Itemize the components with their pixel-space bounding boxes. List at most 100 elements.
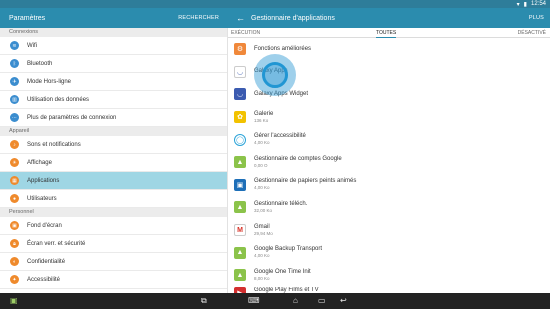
status-icons: ▾ ▮ 12:54 (517, 0, 546, 8)
status-bar: ▾ ▮ 12:54 (0, 0, 550, 8)
users-icon: ● (10, 194, 19, 203)
sidebar-item-accessibility[interactable]: ✦ Accessibilité (0, 271, 227, 289)
app-manager-title: Gestionnaire d'applications (251, 14, 335, 22)
section-header: Connexions (0, 28, 227, 37)
sound-icon: ♪ (10, 140, 19, 149)
screenshot-icon[interactable]: ▣ (10, 296, 18, 306)
galaxy-apps-icon: ◡ (234, 65, 246, 78)
list-item[interactable]: ▲ Google One Time Init 8,00 Ko (228, 264, 550, 287)
sidebar-item-label: Confidentialité (27, 258, 66, 265)
app-name: Fonctions améliorées (254, 45, 312, 52)
sidebar-item-label: Affichage (27, 159, 52, 166)
accessibility-icon: ✦ (10, 275, 19, 284)
touch-ripple (254, 54, 296, 96)
app-name: Gestionnaire téléch. (254, 200, 308, 207)
live-wallpaper-icon: ▣ (234, 178, 246, 191)
galaxy-apps-widget-icon: ◡ (234, 88, 246, 101)
airplane-icon: ✈ (10, 77, 19, 86)
sidebar-item-wallpaper[interactable]: ▣ Fond d'écran (0, 217, 227, 235)
wifi-icon: ▾ (516, 1, 520, 8)
touch-point (262, 62, 288, 88)
back-icon[interactable]: ↩ (340, 296, 347, 306)
app-name: Gestionnaire de comptes Google (254, 155, 342, 162)
sidebar-item-privacy[interactable]: ◐ Confidentialité (0, 253, 227, 271)
sidebar-item-data-usage[interactable]: ▥ Utilisation des données (0, 91, 227, 109)
recent-apps-icon[interactable]: ▭ (318, 296, 326, 306)
tab-disabled[interactable]: DÉSACTIVÉ (518, 28, 546, 38)
sidebar-item-more-connections[interactable]: ⋯ Plus de paramètres de connexion (0, 109, 227, 127)
recents-icon[interactable]: ⧉ (201, 296, 207, 306)
wifi-icon: ≋ (10, 41, 19, 50)
sidebar-item-lock-screen[interactable]: 🔒︎ Écran verr. et sécurité (0, 235, 227, 253)
applications-icon: ▦ (10, 176, 19, 185)
keyboard-icon[interactable]: ⌨ (248, 296, 260, 306)
back-arrow-icon[interactable]: ← (236, 13, 245, 23)
sidebar-item-airplane-mode[interactable]: ✈ Mode Hors-ligne (0, 73, 227, 91)
app-name: Gestionnaire de papiers peints animés (254, 178, 357, 185)
accessibility-manager-icon: ◯ (234, 133, 246, 146)
battery-icon: ▮ (523, 1, 527, 8)
filter-tabs: EXÉCUTION TOUTES DÉSACTIVÉ (228, 28, 550, 38)
app-size: 32,00 Ko (254, 207, 273, 213)
sidebar-item-wifi[interactable]: ≋ Wifi (0, 37, 227, 55)
sidebar-item-label: Bluetooth (27, 60, 53, 67)
section-header: Appareil (0, 127, 227, 136)
app-name: Gmail (254, 223, 270, 230)
sidebar-item-users[interactable]: ● Utilisateurs (0, 190, 227, 208)
tab-all[interactable]: TOUTES (376, 28, 397, 38)
sidebar-item-label: Sons et notifications (27, 141, 81, 148)
sidebar-item-label: Utilisation des données (27, 96, 90, 103)
app-size: 4,00 Ko (254, 185, 270, 191)
app-name: Galerie (254, 110, 274, 117)
clock: 12:54 (530, 1, 546, 7)
search-button[interactable]: RECHERCHER (178, 15, 219, 21)
android-icon: ▲ (234, 269, 246, 282)
sidebar-item-label: Plus de paramètres de connexion (27, 114, 117, 121)
sidebar-item-label: Fond d'écran (27, 222, 62, 229)
gallery-icon: ✿ (234, 111, 246, 124)
data-usage-icon: ▥ (10, 95, 19, 104)
android-icon: ▲ (234, 201, 246, 214)
sidebar-item-label: Accessibilité (27, 276, 61, 283)
app-size: 136 Ko (254, 117, 269, 123)
list-item[interactable]: ▲ Gestionnaire téléch. 32,00 Ko (228, 196, 550, 219)
android-icon: ▲ (234, 156, 246, 169)
section-header: Personnel (0, 208, 227, 217)
sidebar-item-label: Écran verr. et sécurité (27, 240, 86, 247)
lock-icon: 🔒︎ (10, 239, 19, 248)
sidebar-item-applications[interactable]: ▦ Applications (0, 172, 227, 190)
app-name: Gérer l'accessibilité (254, 133, 306, 140)
sidebar-item-label: Wifi (27, 42, 37, 49)
privacy-icon: ◐ (10, 257, 19, 266)
home-icon[interactable]: ⌂ (293, 296, 298, 306)
app-size: 0,00 O (254, 162, 268, 168)
settings-header: Paramètres RECHERCHER (0, 8, 228, 28)
app-name: Google Backup Transport (254, 246, 323, 253)
gmail-icon: M (234, 224, 246, 237)
enhanced-features-icon: ⚙ (234, 43, 246, 56)
list-item[interactable]: ▣ Gestionnaire de papiers peints animés … (228, 174, 550, 197)
display-icon: ☀ (10, 158, 19, 167)
app-size: 8,00 Ko (254, 275, 270, 281)
more-button[interactable]: PLUS (529, 15, 544, 21)
wallpaper-icon: ▣ (10, 221, 19, 230)
list-item[interactable]: ▲ Gestionnaire de comptes Google 0,00 O (228, 151, 550, 174)
sidebar-item-display[interactable]: ☀ Affichage (0, 154, 227, 172)
list-item[interactable]: ✿ Galerie 136 Ko (228, 106, 550, 129)
sidebar-item-sounds[interactable]: ♪ Sons et notifications (0, 136, 227, 154)
navigation-bar: ▣ ⧉ ⌨ ⌂ ▭ ↩ (0, 293, 550, 309)
app-size: 29,94 Mo (254, 230, 273, 236)
sidebar-item-label: Applications (27, 177, 60, 184)
sidebar-item-bluetooth[interactable]: ᛒ Bluetooth (0, 55, 227, 73)
list-item[interactable]: M Gmail 29,94 Mo (228, 219, 550, 242)
android-icon: ▲ (234, 246, 246, 259)
settings-title: Paramètres (9, 14, 46, 22)
app-size: 4,00 Ko (254, 140, 270, 146)
tab-running[interactable]: EXÉCUTION (231, 28, 260, 38)
more-connections-icon: ⋯ (10, 113, 19, 122)
app-manager-header: ← Gestionnaire d'applications PLUS (228, 8, 550, 28)
app-size: 4,00 Ko (254, 253, 270, 259)
settings-list: Connexions ≋ Wifi ᛒ Bluetooth ✈ Mode Hor… (0, 28, 228, 293)
list-item[interactable]: ◯ Gérer l'accessibilité 4,00 Ko (228, 128, 550, 151)
list-item[interactable]: ▲ Google Backup Transport 4,00 Ko (228, 241, 550, 264)
